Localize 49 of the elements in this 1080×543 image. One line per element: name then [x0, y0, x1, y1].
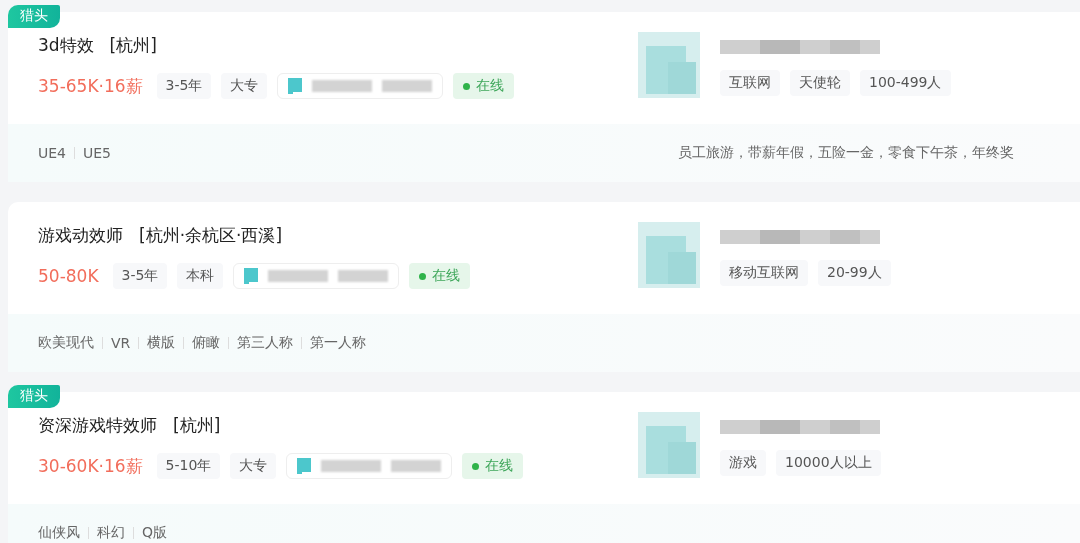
requirement-tag: 5-10年 [156, 453, 221, 479]
job-title[interactable]: 游戏动效师 [38, 224, 123, 247]
requirement-tag: 大专 [230, 453, 277, 479]
online-status: 在线 [409, 263, 471, 289]
job-location: [杭州·余杭区·西溪] [139, 224, 283, 247]
salary: 30-60K·16薪 [38, 454, 143, 478]
skill-tag: UE5 [83, 145, 111, 161]
skill-tag: 横版 [147, 334, 176, 352]
online-status: 在线 [453, 73, 515, 99]
requirement-tag: 大专 [221, 73, 268, 99]
online-status: 在线 [462, 453, 524, 479]
requirement-tag: 3-5年 [112, 263, 168, 289]
avatar-icon [244, 268, 259, 284]
skill-tag: 俯瞰 [192, 334, 221, 352]
requirement-tag: 3-5年 [156, 73, 212, 99]
company-tag: 100-499人 [860, 70, 951, 96]
salary: 50-80K [38, 266, 99, 286]
recruiter-chip[interactable] [277, 73, 444, 99]
salary: 35-65K·16薪 [38, 74, 143, 98]
skill-tag: VR [111, 335, 131, 351]
benefits-text: 员工旅游，带薪年假，五险一金，零食下午茶，年终奖 [678, 144, 1014, 162]
recruiter-chip[interactable] [286, 453, 453, 479]
company-tag: 游戏 [720, 450, 766, 476]
skill-tag: 仙侠风 [38, 524, 80, 542]
company-logo[interactable] [638, 222, 700, 288]
avatar-icon [297, 458, 312, 474]
job-location: [杭州] [109, 34, 157, 57]
requirement-tag: 本科 [177, 263, 224, 289]
company-tag: 移动互联网 [720, 260, 808, 286]
skill-tag: 欧美现代 [38, 334, 94, 352]
job-title[interactable]: 资深游戏特效师 [38, 414, 157, 437]
company-tag: 10000人以上 [776, 450, 881, 476]
company-logo[interactable] [638, 32, 700, 98]
job-location: [杭州] [173, 414, 221, 437]
skill-tag: Q版 [142, 524, 168, 542]
company-tag: 天使轮 [790, 70, 850, 96]
job-card[interactable]: 游戏动效师 [杭州·余杭区·西溪] 50-80K 3-5年 本科 在线 移动互联网 20-99人 欧美现代 VR 横版 俯瞰 第三人称 第一人称 [8, 202, 1080, 372]
skill-tag: 科幻 [97, 524, 125, 542]
job-title[interactable]: 3d特效 [38, 34, 94, 57]
headhunter-badge: 猎头 [8, 5, 60, 28]
company-tag: 互联网 [720, 70, 780, 96]
skill-tag: UE4 [38, 145, 66, 161]
avatar-icon [288, 78, 303, 94]
company-logo[interactable] [638, 412, 700, 478]
company-tag: 20-99人 [818, 260, 891, 286]
recruiter-chip[interactable] [233, 263, 400, 289]
skill-tag: 第三人称 [237, 334, 294, 352]
skill-tag: 第一人称 [310, 334, 367, 352]
headhunter-badge: 猎头 [8, 385, 60, 408]
